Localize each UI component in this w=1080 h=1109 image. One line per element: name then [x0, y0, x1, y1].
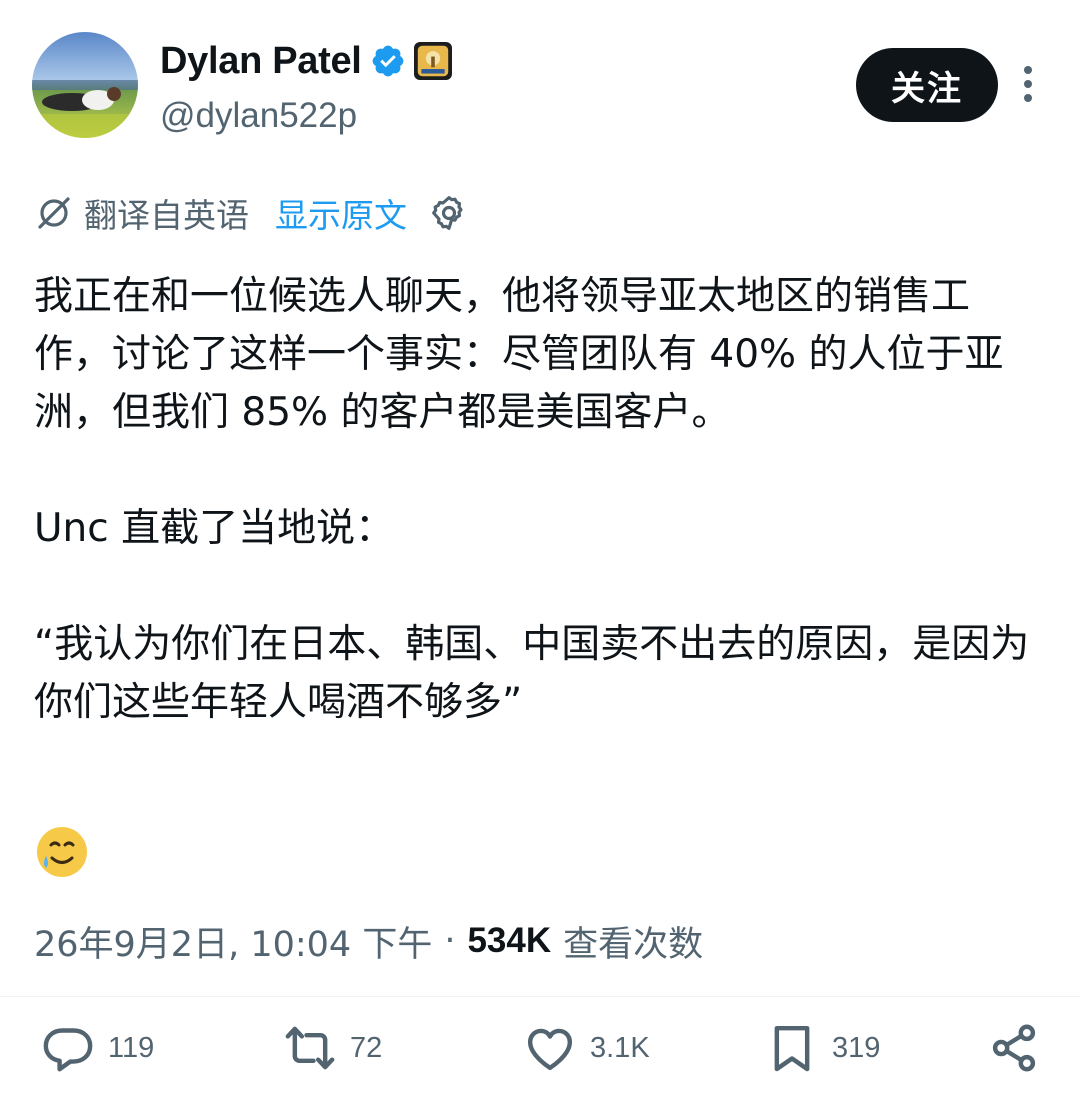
views-label: 查看次数	[563, 924, 704, 965]
translate-icon	[38, 197, 70, 229]
tweet-paragraph: “我认为你们在日本、韩国、中国卖不出去的原因，是因为你们这些年轻人喝酒不够多”	[34, 622, 1030, 725]
heart-icon	[527, 1028, 573, 1071]
timestamp[interactable]: 26年9月2日, 10:04 下午	[34, 916, 432, 967]
bookmark-icon	[774, 1025, 810, 1072]
bookmark-count: 319	[832, 1031, 881, 1064]
affiliation-badge-icon[interactable]	[413, 42, 452, 80]
translation-bar: 翻译自英语 显示原文	[34, 190, 469, 236]
divider	[0, 996, 1080, 997]
tweet-header: Dylan Patel @dylan522p 关注	[0, 0, 1080, 160]
bookmark-button[interactable]: 319	[764, 1018, 880, 1078]
repost-count: 72	[350, 1031, 383, 1064]
name-row: Dylan Patel	[160, 38, 452, 84]
reply-count: 119	[108, 1031, 155, 1064]
action-bar: 119 72 3.1K 319	[0, 1010, 1080, 1090]
handle[interactable]: @dylan522p	[160, 96, 357, 136]
tweet-body: 我正在和一位候选人聊天，他将领导亚太地区的销售工作，讨论了这样一个事实：尽管团队…	[34, 268, 1044, 732]
display-name[interactable]: Dylan Patel	[160, 40, 362, 83]
gear-icon[interactable]	[429, 193, 469, 233]
avatar[interactable]	[32, 32, 138, 138]
meta-separator: ·	[444, 921, 456, 961]
share-icon	[992, 1024, 1036, 1072]
like-button[interactable]: 3.1K	[522, 1018, 650, 1078]
tweet-meta: 26年9月2日, 10:04 下午 · 534K 查看次数	[34, 914, 703, 968]
tweet-paragraph: Unc 直截了当地说：	[34, 506, 395, 551]
more-options-icon[interactable]	[1015, 66, 1041, 106]
views-count: 534K	[467, 921, 552, 960]
smiling-tear-emoji-icon	[34, 824, 90, 880]
like-count: 3.1K	[590, 1031, 650, 1064]
tweet-paragraph: 我正在和一位候选人聊天，他将领导亚太地区的销售工作，讨论了这样一个事实：尽管团队…	[34, 274, 1004, 435]
translated-from-label: 翻译自英语	[84, 196, 249, 235]
reply-icon	[43, 1028, 93, 1072]
follow-button[interactable]: 关注	[856, 48, 998, 122]
reply-button[interactable]: 119	[40, 1018, 154, 1078]
repost-icon	[285, 1026, 335, 1070]
verified-badge-icon	[370, 43, 406, 79]
repost-button[interactable]: 72	[282, 1018, 382, 1078]
share-button[interactable]	[986, 1018, 1042, 1078]
show-original-link[interactable]: 显示原文	[275, 189, 407, 237]
